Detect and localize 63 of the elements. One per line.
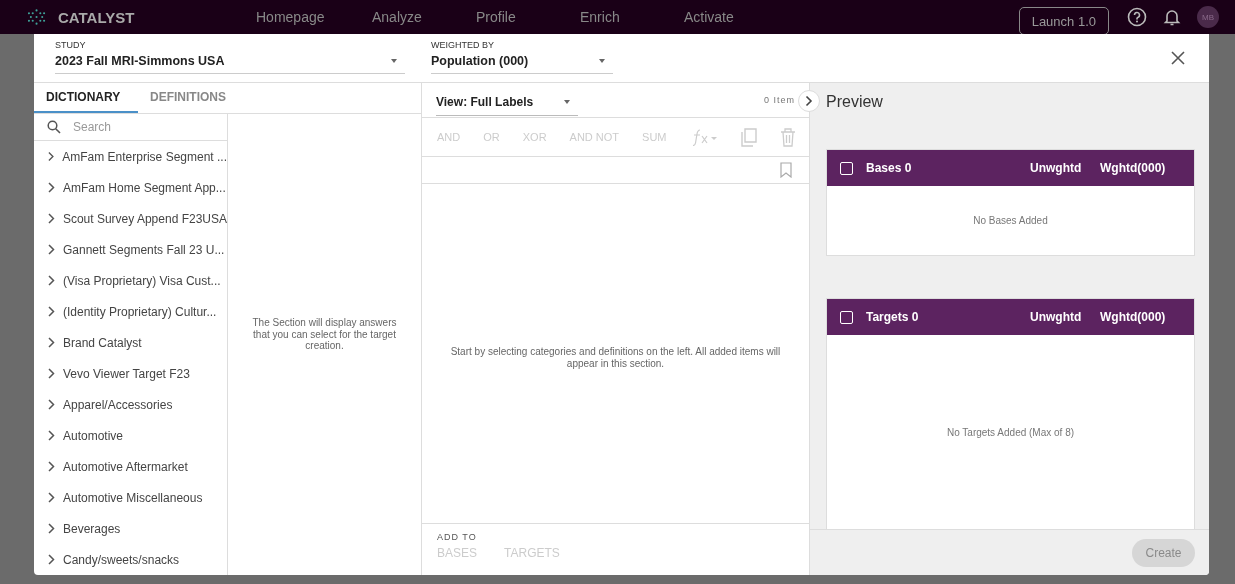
chevron-icon: [48, 368, 55, 379]
study-select[interactable]: 2023 Fall MRI-Simmons USA: [55, 50, 405, 74]
chevron-icon: [805, 95, 813, 107]
chevron-icon: [48, 337, 55, 348]
card-title: Targets 0: [866, 310, 920, 324]
category-item[interactable]: AmFam Enterprise Segment ...: [34, 141, 227, 172]
chevron-icon: [48, 523, 55, 534]
preview-title: Preview: [825, 92, 884, 112]
chevron-icon: [48, 430, 55, 441]
category-item[interactable]: Beverages: [34, 513, 227, 544]
close-icon[interactable]: [1171, 51, 1185, 65]
category-item[interactable]: Scout Survey Append F23USA: [34, 203, 227, 234]
workspace-hint: Start by selecting categories and definitions on the left. All added items will appear in this section.: [449, 346, 782, 369]
chevron-icon: [48, 492, 55, 503]
collapse-toggle[interactable]: [798, 90, 820, 112]
view-select[interactable]: View: Full Labels: [436, 88, 578, 116]
bell-icon[interactable]: [1163, 7, 1181, 27]
column-header: Unwghtd: [1030, 310, 1083, 324]
answers-hint: The Section will display answers that you can select for the target creation.: [251, 317, 398, 352]
category-item[interactable]: Automotive Aftermarket: [34, 451, 227, 482]
category-item[interactable]: Brand Catalyst: [34, 327, 227, 358]
logo-icon: [28, 7, 46, 27]
field-label: STUDY: [55, 40, 87, 50]
empty-message: No Bases Added: [973, 215, 1048, 226]
nav-link[interactable]: Enrich: [580, 9, 684, 25]
category-item[interactable]: Automotive Miscellaneous: [34, 482, 227, 513]
brand-name: CATALYST: [58, 8, 135, 26]
category-item[interactable]: Candy/sweets/snacks: [34, 544, 227, 575]
category-item[interactable]: Gannett Segments Fall 23 U...: [34, 234, 227, 265]
column-header: Wghtd(000): [1100, 310, 1166, 324]
nav-link[interactable]: Activate: [684, 9, 788, 25]
chevron-icon: [48, 213, 55, 224]
tab[interactable]: DEFINITIONS: [138, 83, 238, 113]
empty-message: No Targets Added (Max of 8): [946, 426, 1075, 438]
category-item[interactable]: (Identity Proprietary) Cultur...: [34, 296, 227, 327]
search-icon: [47, 120, 61, 134]
chevron-icon: [48, 306, 55, 317]
column-header: Unwghtd: [1030, 161, 1083, 175]
weighted-by-select[interactable]: Population (000): [431, 50, 613, 74]
chevron-icon: [48, 399, 55, 410]
chevron-icon: [48, 275, 55, 286]
field-label: WEIGHTED BY: [431, 40, 495, 50]
tab[interactable]: DICTIONARY: [34, 83, 138, 113]
chevron-icon: [48, 461, 55, 472]
nav-link[interactable]: Homepage: [256, 9, 372, 25]
category-item[interactable]: AmFam Home Segment App...: [34, 172, 227, 203]
nav-link[interactable]: Profile: [476, 9, 580, 25]
checkbox[interactable]: [840, 161, 853, 175]
category-item[interactable]: (Visa Proprietary) Visa Cust...: [34, 265, 227, 296]
card-title: Bases 0: [866, 161, 913, 175]
help-icon[interactable]: [1127, 7, 1147, 27]
item-count: 0 Item: [764, 95, 795, 105]
chevron-icon: [48, 182, 55, 193]
chevron-icon: [48, 151, 55, 162]
category-item[interactable]: Vevo Viewer Target F23: [34, 358, 227, 389]
chevron-icon: [48, 244, 55, 255]
chevron-icon: [48, 554, 55, 565]
add-to-label: ADD TO: [437, 532, 478, 542]
column-header: Wghtd(000): [1100, 161, 1166, 175]
category-item[interactable]: Automotive: [34, 420, 227, 451]
category-item[interactable]: Apparel/Accessories: [34, 389, 227, 420]
checkbox[interactable]: [840, 310, 853, 324]
nav-link[interactable]: Analyze: [372, 9, 476, 25]
